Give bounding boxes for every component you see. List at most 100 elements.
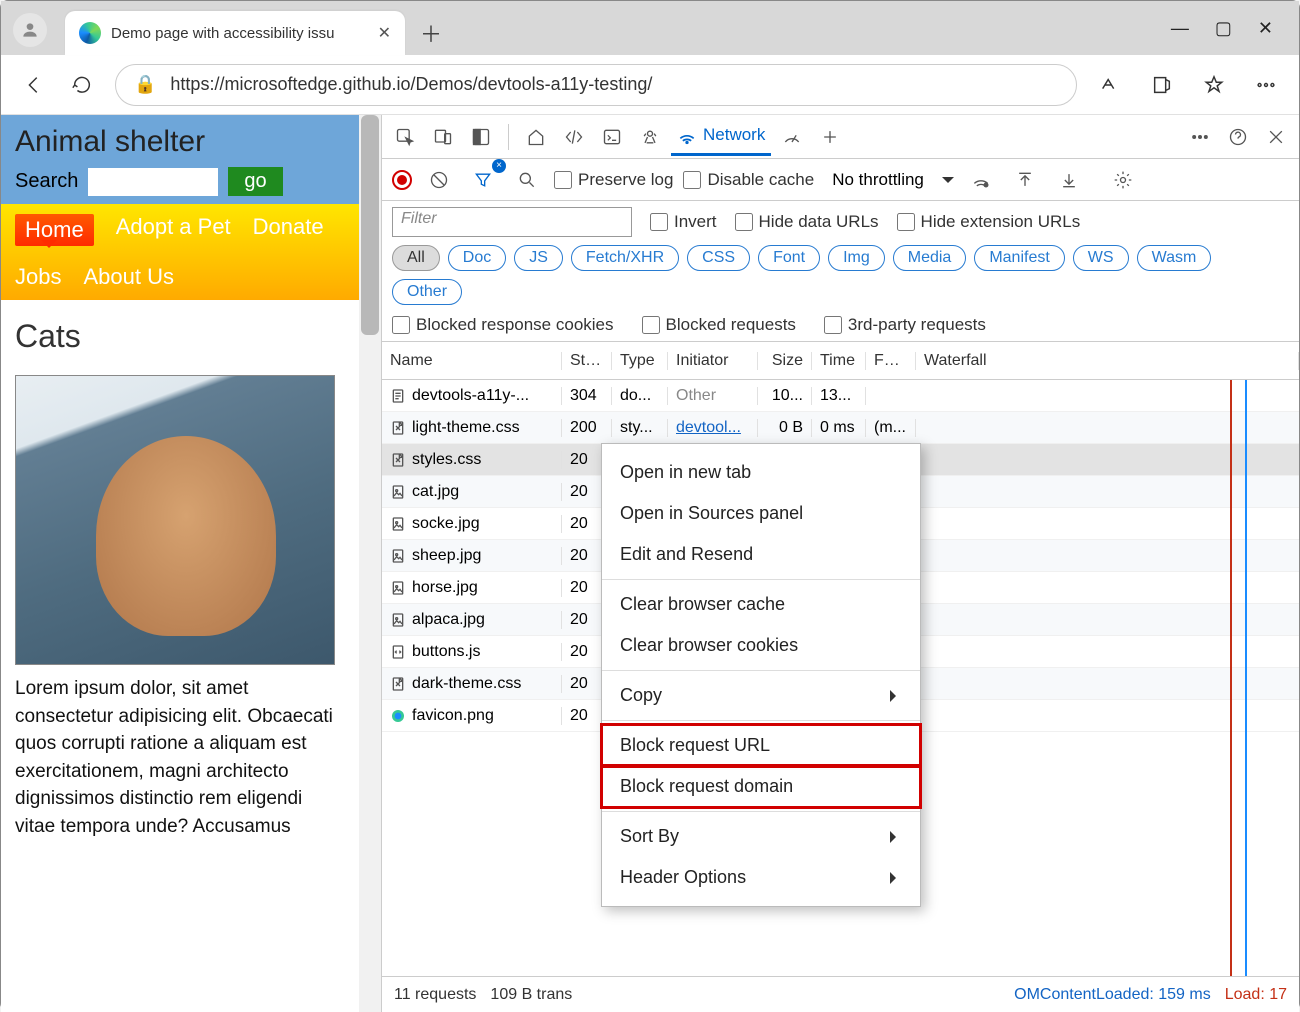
welcome-icon[interactable] [519, 120, 553, 154]
settings-icon[interactable] [1106, 163, 1140, 197]
import-har-icon[interactable] [1008, 163, 1042, 197]
cat-image [15, 375, 335, 665]
filter-pill-wasm[interactable]: Wasm [1137, 245, 1212, 271]
nav-home[interactable]: Home [15, 214, 94, 246]
filter-pill-manifest[interactable]: Manifest [974, 245, 1064, 271]
browser-tab[interactable]: Demo page with accessibility issu ✕ [65, 11, 405, 55]
tab-close-button[interactable]: ✕ [378, 23, 391, 43]
context-menu-item[interactable]: Open in Sources panel [602, 493, 920, 534]
go-button[interactable]: go [228, 167, 282, 196]
close-window-button[interactable]: ✕ [1258, 18, 1273, 39]
disable-cache-checkbox[interactable]: Disable cache [683, 170, 814, 190]
inspect-icon[interactable] [388, 120, 422, 154]
col-type[interactable]: Type [612, 352, 668, 370]
status-load: Load: 17 [1225, 986, 1287, 1004]
filter-toggle-button[interactable]: × [466, 163, 500, 197]
site-title: Animal shelter [15, 125, 345, 159]
read-aloud-button[interactable] [1095, 70, 1125, 100]
performance-icon[interactable] [775, 120, 809, 154]
export-har-icon[interactable] [1052, 163, 1086, 197]
nav-jobs[interactable]: Jobs [15, 264, 61, 290]
filter-pill-ws[interactable]: WS [1073, 245, 1129, 271]
network-table-header[interactable]: Name Sta... Type Initiator Size Time Ful… [382, 342, 1299, 380]
edge-logo-icon [79, 22, 101, 44]
more-tabs-button[interactable] [813, 120, 847, 154]
immersive-reader-button[interactable] [1147, 70, 1177, 100]
filter-pill-img[interactable]: Img [828, 245, 885, 271]
favorite-button[interactable] [1199, 70, 1229, 100]
col-name[interactable]: Name [382, 352, 562, 370]
nav-about[interactable]: About Us [83, 264, 174, 290]
more-button[interactable] [1251, 70, 1281, 100]
context-menu-item[interactable]: Sort By [602, 816, 920, 857]
back-button[interactable] [19, 70, 49, 100]
sources-icon[interactable] [633, 120, 667, 154]
network-filter-bar: Filter Invert Hide data URLs Hide extens… [382, 201, 1299, 342]
col-waterfall[interactable]: Waterfall [916, 352, 1299, 370]
context-menu-item[interactable]: Block request URL [602, 725, 920, 766]
nav-adopt[interactable]: Adopt a Pet [116, 214, 231, 246]
search-button[interactable] [510, 163, 544, 197]
profile-button[interactable] [13, 13, 47, 47]
record-button[interactable] [392, 170, 412, 190]
tab-title: Demo page with accessibility issu [111, 25, 368, 42]
new-tab-button[interactable]: ＋ [411, 13, 451, 53]
filter-pill-doc[interactable]: Doc [448, 245, 506, 271]
devtools-close-button[interactable] [1259, 120, 1293, 154]
sort-icon [1276, 364, 1288, 370]
maximize-button[interactable]: ▢ [1215, 18, 1232, 39]
page-scrollbar[interactable] [359, 115, 381, 1012]
preserve-log-checkbox[interactable]: Preserve log [554, 170, 673, 190]
status-requests: 11 requests [394, 986, 476, 1004]
network-conditions-icon[interactable] [964, 163, 998, 197]
context-menu-item[interactable]: Copy [602, 675, 920, 716]
filter-pill-media[interactable]: Media [893, 245, 967, 271]
network-tab[interactable]: Network [671, 117, 771, 156]
type-filter-pills: All Doc JS Fetch/XHR CSS Font Img Media Manifest… [392, 245, 1289, 305]
clear-button[interactable] [422, 163, 456, 197]
lock-icon: 🔒 [134, 74, 156, 95]
filter-pill-font[interactable]: Font [758, 245, 820, 271]
filter-pill-other[interactable]: Other [392, 279, 462, 305]
hide-extension-urls-checkbox[interactable]: Hide extension URLs [897, 212, 1081, 232]
address-bar[interactable]: 🔒 https://microsoftedge.github.io/Demos/… [115, 64, 1077, 106]
col-time[interactable]: Time [812, 352, 866, 370]
console-icon[interactable] [595, 120, 629, 154]
hide-data-urls-checkbox[interactable]: Hide data URLs [735, 212, 879, 232]
blocked-response-cookies-checkbox[interactable]: Blocked response cookies [392, 315, 614, 335]
invert-checkbox[interactable]: Invert [650, 212, 717, 232]
minimize-button[interactable]: — [1171, 18, 1189, 39]
site-nav: Home Adopt a Pet Donate Jobs About Us [1, 204, 359, 300]
throttling-dropdown[interactable]: No throttling [824, 166, 932, 194]
col-fulfilled[interactable]: Ful... [866, 352, 916, 370]
third-party-requests-checkbox[interactable]: 3rd-party requests [824, 315, 986, 335]
device-icon[interactable] [426, 120, 460, 154]
network-status-bar: 11 requests 109 B trans OMContentLoaded:… [382, 976, 1299, 1012]
network-toolbar: × Preserve log Disable cache No throttli… [382, 159, 1299, 201]
search-input[interactable] [88, 168, 218, 196]
elements-icon[interactable] [557, 120, 591, 154]
filter-input[interactable]: Filter [392, 207, 632, 237]
throttling-caret-icon[interactable] [942, 177, 954, 189]
context-menu-item[interactable]: Clear browser cookies [602, 625, 920, 666]
context-menu-item[interactable]: Open in new tab [602, 452, 920, 493]
nav-donate[interactable]: Donate [253, 214, 324, 246]
devtools-more-icon[interactable] [1183, 120, 1217, 154]
col-size[interactable]: Size [758, 352, 812, 370]
filter-pill-css[interactable]: CSS [687, 245, 750, 271]
context-menu-item[interactable]: Clear browser cache [602, 584, 920, 625]
network-row[interactable]: devtools-a11y-...304do...Other10...13... [382, 380, 1299, 412]
dock-icon[interactable] [464, 120, 498, 154]
filter-pill-fetchxhr[interactable]: Fetch/XHR [571, 245, 679, 271]
help-icon[interactable] [1221, 120, 1255, 154]
context-menu-item[interactable]: Header Options [602, 857, 920, 898]
context-menu-item[interactable]: Edit and Resend [602, 534, 920, 575]
network-row[interactable]: light-theme.css200sty...devtool...0 B0 m… [382, 412, 1299, 444]
refresh-button[interactable] [67, 70, 97, 100]
col-status[interactable]: Sta... [562, 352, 612, 370]
col-initiator[interactable]: Initiator [668, 352, 758, 370]
filter-pill-js[interactable]: JS [514, 245, 563, 271]
blocked-requests-checkbox[interactable]: Blocked requests [642, 315, 796, 335]
context-menu-item[interactable]: Block request domain [602, 766, 920, 807]
filter-pill-all[interactable]: All [392, 245, 440, 271]
